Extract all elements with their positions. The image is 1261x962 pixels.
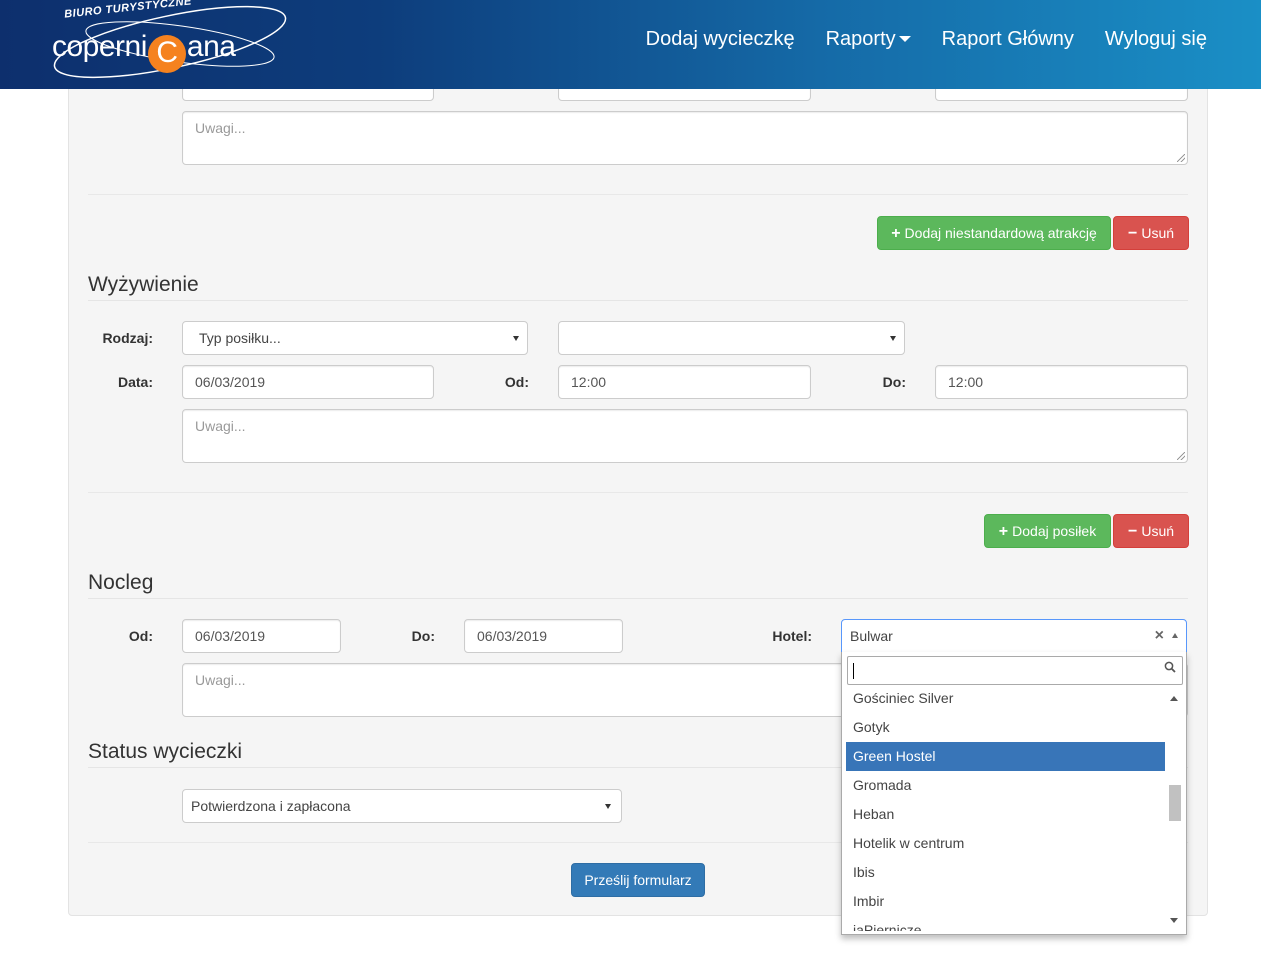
hotel-option[interactable]: Green Hostel bbox=[846, 742, 1167, 771]
lodging-notes-placeholder: Uwagi... bbox=[195, 672, 246, 688]
brand-name-part: coperni bbox=[52, 30, 147, 63]
nav-add-trip[interactable]: Dodaj wycieczkę bbox=[646, 28, 795, 51]
attraction-notes-placeholder: Uwagi... bbox=[195, 120, 246, 136]
hotel-option[interactable]: Imbir bbox=[846, 887, 1167, 916]
meal-notes-textarea[interactable]: Uwagi... bbox=[182, 409, 1188, 463]
hotel-select[interactable]: Bulwar × bbox=[841, 619, 1187, 653]
attraction-notes-textarea[interactable]: Uwagi... bbox=[182, 111, 1188, 165]
add-meal-label: Dodaj posiłek bbox=[1012, 523, 1097, 539]
submit-form-button[interactable]: Prześlij formularz bbox=[571, 863, 705, 897]
lodging-section-title: Nocleg bbox=[88, 571, 154, 594]
nav-logout[interactable]: Wyloguj się bbox=[1105, 28, 1207, 51]
minus-icon: − bbox=[1127, 523, 1138, 540]
add-custom-attraction-label: Dodaj niestandardową atrakcję bbox=[904, 225, 1097, 241]
remove-attraction-button[interactable]: − Usuń bbox=[1113, 216, 1189, 250]
resize-grip-icon[interactable] bbox=[1177, 154, 1185, 162]
dropdown-arrow-icon bbox=[605, 804, 611, 809]
hotel-select-value: Bulwar bbox=[850, 628, 893, 644]
hotel-label: Hotel: bbox=[772, 628, 812, 644]
text-cursor bbox=[853, 663, 854, 679]
hotel-option[interactable]: jaPiernicze bbox=[846, 916, 1167, 931]
lodging-to-input[interactable]: 06/03/2019 bbox=[464, 619, 623, 653]
brand-name: coperni Cana bbox=[52, 30, 236, 73]
meals-section-title: Wyżywienie bbox=[88, 273, 199, 296]
hotel-options-scrollbar[interactable] bbox=[1165, 688, 1182, 931]
plus-icon: + bbox=[891, 225, 901, 242]
meal-type-select[interactable]: Typ posiłku... bbox=[182, 321, 528, 355]
scrollbar-thumb[interactable] bbox=[1169, 785, 1181, 821]
meal-to-input[interactable]: 12:00 bbox=[935, 365, 1188, 399]
dropdown-arrow-icon bbox=[513, 336, 519, 341]
scroll-up-icon[interactable] bbox=[1170, 696, 1178, 701]
hotel-dropdown: Gościniec Silver Gotyk Green Hostel Gromada… bbox=[841, 652, 1187, 935]
trip-status-value: Potwierdzona i zapłacona bbox=[191, 798, 351, 814]
clear-selection-icon[interactable]: × bbox=[1155, 620, 1164, 652]
meal-date-input[interactable]: 06/03/2019 bbox=[182, 365, 434, 399]
lodging-section-rule bbox=[88, 598, 1188, 599]
nav-links: Dodaj wycieczkę Raporty Raport Główny Wy… bbox=[615, 28, 1207, 51]
search-icon bbox=[1164, 661, 1176, 673]
meal-type-value: Typ posiłku... bbox=[199, 330, 281, 346]
brand-logo[interactable]: BIURO TURYSTYCZNE coperni Cana bbox=[40, 0, 300, 89]
hotel-option[interactable]: Heban bbox=[846, 800, 1167, 829]
meal-to-label: Do: bbox=[882, 374, 906, 390]
meal-from-input[interactable]: 12:00 bbox=[558, 365, 811, 399]
meal-secondary-select[interactable] bbox=[558, 321, 905, 355]
hotel-option[interactable]: Ibis bbox=[846, 858, 1167, 887]
remove-meal-button[interactable]: − Usuń bbox=[1113, 514, 1189, 548]
nav-main-report[interactable]: Raport Główny bbox=[942, 28, 1074, 51]
hotel-option[interactable]: Hotelik w centrum bbox=[846, 829, 1167, 858]
meal-date-label: Data: bbox=[117, 374, 153, 390]
status-section-title: Status wycieczki bbox=[88, 740, 243, 763]
hotel-option[interactable]: Gotyk bbox=[846, 713, 1167, 742]
meal-type-label: Rodzaj: bbox=[102, 330, 153, 346]
scroll-down-icon[interactable] bbox=[1170, 918, 1178, 923]
meal-notes-placeholder: Uwagi... bbox=[195, 418, 246, 434]
hotel-option[interactable]: Gościniec Silver bbox=[846, 688, 1167, 713]
add-custom-attraction-button[interactable]: + Dodaj niestandardową atrakcję bbox=[877, 216, 1111, 250]
meals-section-rule bbox=[88, 300, 1188, 301]
brand-ball: C bbox=[147, 35, 186, 73]
lodging-from-label: Od: bbox=[128, 628, 153, 644]
resize-grip-icon[interactable] bbox=[1177, 452, 1185, 460]
remove-meal-label: Usuń bbox=[1141, 523, 1175, 539]
trip-status-select[interactable]: Potwierdzona i zapłacona bbox=[182, 789, 622, 823]
minus-icon: − bbox=[1127, 225, 1138, 242]
remove-attraction-label: Usuń bbox=[1141, 225, 1175, 241]
navbar: BIURO TURYSTYCZNE coperni Cana Dodaj wyci… bbox=[0, 0, 1261, 89]
plus-icon: + bbox=[998, 523, 1009, 540]
hotel-options-list: Gościniec Silver Gotyk Green Hostel Gromada… bbox=[846, 688, 1167, 931]
chevron-up-icon[interactable] bbox=[1172, 633, 1178, 638]
dropdown-arrow-icon bbox=[890, 336, 896, 341]
divider bbox=[88, 492, 1188, 493]
divider bbox=[88, 194, 1188, 195]
meal-from-label: Od: bbox=[504, 374, 529, 390]
lodging-from-input[interactable]: 06/03/2019 bbox=[182, 619, 341, 653]
lodging-to-label: Do: bbox=[411, 628, 435, 644]
add-meal-button[interactable]: + Dodaj posiłek bbox=[984, 514, 1111, 548]
brand-name-part: ana bbox=[186, 30, 236, 63]
nav-reports-label: Raporty bbox=[825, 28, 896, 50]
hotel-search-input[interactable] bbox=[847, 656, 1183, 685]
caret-down-icon bbox=[898, 36, 911, 42]
hotel-option[interactable]: Gromada bbox=[846, 771, 1167, 800]
nav-reports[interactable]: Raporty bbox=[826, 28, 911, 51]
